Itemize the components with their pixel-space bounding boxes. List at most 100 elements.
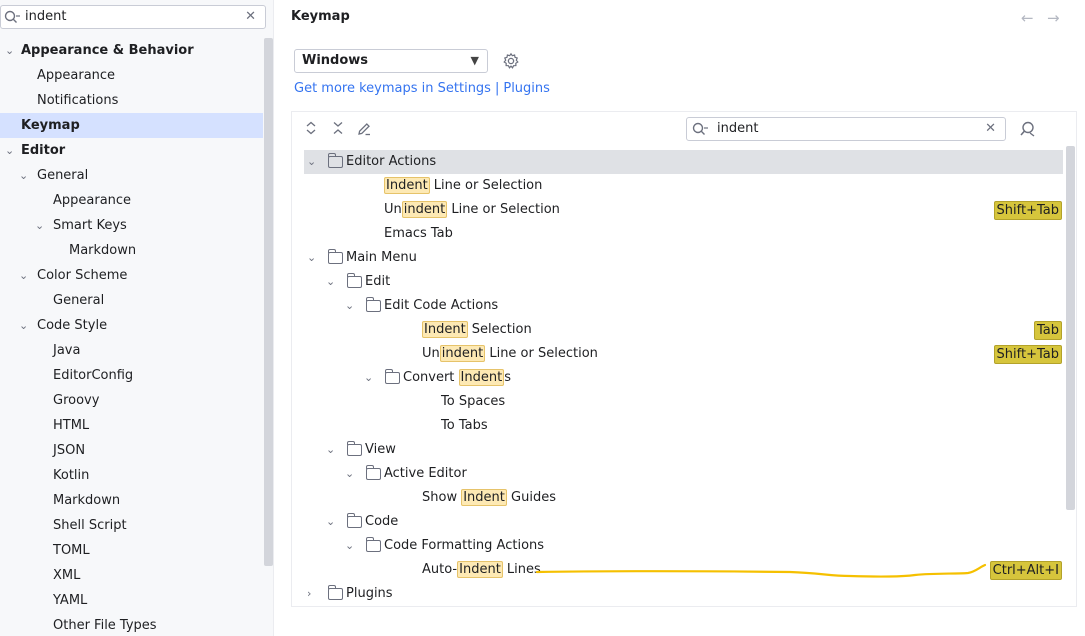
chevron-down-icon[interactable]: ⌄ [345, 294, 354, 318]
sidebar-item[interactable]: Shell Script [0, 513, 263, 538]
keymap-scrollbar[interactable] [1066, 146, 1075, 510]
sidebar-item[interactable]: HTML [0, 413, 263, 438]
keymap-folder-row[interactable]: ⌄ Convert Indent s [304, 366, 1063, 390]
chevron-down-icon[interactable]: ⌄ [326, 270, 335, 294]
chevron-down-icon[interactable]: ⌄ [307, 150, 316, 174]
chevron-right-icon[interactable]: › [307, 582, 311, 606]
sidebar-item[interactable]: ⌄ Appearance & Behavior [0, 38, 263, 63]
sidebar-scrollbar[interactable] [264, 38, 273, 566]
sidebar-item-label: Markdown [53, 493, 121, 508]
sidebar-item[interactable]: YAML [0, 588, 263, 613]
sidebar-item[interactable]: Java [0, 338, 263, 363]
keymap-action-row[interactable]: Emacs Tab [304, 222, 1063, 246]
keymap-action-row[interactable]: To Tabs [304, 414, 1063, 438]
expand-all-icon[interactable] [304, 121, 318, 139]
sidebar-item[interactable]: Markdown [0, 488, 263, 513]
keymap-action-row[interactable]: To Spaces [304, 390, 1063, 414]
shortcut-badge: Tab [1033, 321, 1062, 340]
keymap-row-label: To Spaces [441, 390, 505, 414]
search-icon [692, 122, 710, 140]
sidebar-item[interactable]: EditorConfig [0, 363, 263, 388]
folder-icon [347, 441, 362, 456]
sidebar-item[interactable]: Appearance [0, 63, 263, 88]
keymap-folder-row[interactable]: ⌄ Active Editor [304, 462, 1063, 486]
keymap-folder-row[interactable]: ⌄ Edit Code Actions [304, 294, 1063, 318]
settings-search-field[interactable]: indent ✕ [0, 5, 266, 29]
sidebar-item-label: Other File Types [53, 618, 157, 633]
chevron-down-icon[interactable]: ⌄ [5, 38, 14, 63]
search-match-highlight: Indent [458, 369, 505, 386]
keymap-action-row[interactable]: Un indent Line or Selection Shift+Tab [304, 342, 1063, 366]
sidebar-item-label: HTML [53, 418, 90, 433]
search-match-highlight: Indent [422, 321, 468, 338]
keymap-action-row[interactable]: Show Indent Guides [304, 486, 1063, 510]
clear-search-icon[interactable]: ✕ [245, 9, 256, 24]
settings-search-input[interactable]: indent [25, 9, 66, 24]
sidebar-item[interactable]: ⌄ Code Style [0, 313, 263, 338]
shortcut-badge: Shift+Tab [993, 345, 1062, 364]
keymap-filter-input[interactable]: indent [717, 121, 758, 136]
sidebar-item[interactable]: XML [0, 563, 263, 588]
collapse-all-icon[interactable] [331, 121, 345, 139]
chevron-down-icon[interactable]: ⌄ [19, 263, 28, 288]
search-match-highlight: indent [401, 201, 448, 218]
sidebar-item-label: Notifications [37, 93, 119, 108]
keymap-action-row[interactable]: Auto- Indent Lines Ctrl+Alt+I [304, 558, 1063, 582]
keymap-filter-field[interactable]: indent ✕ [686, 117, 1006, 141]
keymap-action-row[interactable]: Indent Selection Tab [304, 318, 1063, 342]
keymap-folder-row[interactable]: ⌄ Editor Actions [304, 150, 1063, 174]
sidebar-item[interactable]: JSON [0, 438, 263, 463]
plugins-link[interactable]: Plugins [503, 81, 550, 96]
keymap-folder-row[interactable]: ⌄ Code Formatting Actions [304, 534, 1063, 558]
chevron-down-icon[interactable]: ⌄ [326, 510, 335, 534]
gear-icon[interactable] [502, 52, 520, 74]
chevron-down-icon[interactable]: ⌄ [35, 213, 44, 238]
sidebar-item[interactable]: TOML [0, 538, 263, 563]
label-text: Emacs Tab [384, 226, 453, 241]
chevron-down-icon[interactable]: ⌄ [19, 313, 28, 338]
label-text: s [504, 370, 511, 385]
sidebar-item[interactable]: General [0, 288, 263, 313]
forward-arrow-icon[interactable]: → [1047, 9, 1060, 27]
keymap-row-label: Edit [365, 270, 390, 294]
sidebar-item[interactable]: Notifications [0, 88, 263, 113]
sidebar-item[interactable]: ⌄ Smart Keys [0, 213, 263, 238]
sidebar-item-label: General [37, 168, 89, 183]
keymap-dropdown[interactable]: Windows ▼ [294, 49, 488, 73]
find-by-shortcut-icon[interactable] [1019, 121, 1037, 141]
page-title: Keymap [291, 9, 350, 24]
chevron-down-icon[interactable]: ⌄ [307, 246, 316, 270]
chevron-down-icon[interactable]: ⌄ [345, 534, 354, 558]
keymap-row-label: Un indent Line or Selection [422, 342, 598, 366]
sidebar-item[interactable]: Groovy [0, 388, 263, 413]
folder-icon [328, 153, 343, 168]
chevron-down-icon[interactable]: ⌄ [345, 462, 354, 486]
sidebar-item[interactable]: ⌄ Color Scheme [0, 263, 263, 288]
back-arrow-icon[interactable]: ← [1021, 9, 1034, 27]
keymap-row-label: Auto- Indent Lines [422, 558, 541, 582]
sidebar-item[interactable]: ⌄ General [0, 163, 263, 188]
keymap-folder-row[interactable]: › Plugins [304, 582, 1063, 606]
chevron-down-icon[interactable]: ⌄ [19, 163, 28, 188]
sidebar-item[interactable]: Appearance [0, 188, 263, 213]
sidebar-item[interactable]: Kotlin [0, 463, 263, 488]
sidebar-item[interactable]: Markdown [0, 238, 263, 263]
sidebar-item[interactable]: ⌄ Editor [0, 138, 263, 163]
chevron-down-icon[interactable]: ⌄ [364, 366, 373, 390]
sidebar-item[interactable]: Other File Types [0, 613, 263, 636]
sidebar-item[interactable]: Keymap [0, 113, 263, 138]
label-text: Guides [506, 490, 556, 505]
chevron-down-icon[interactable]: ⌄ [326, 438, 335, 462]
keymap-folder-row[interactable]: ⌄ Code [304, 510, 1063, 534]
sidebar-item-label: Smart Keys [53, 218, 127, 233]
keymap-folder-row[interactable]: ⌄ Main Menu [304, 246, 1063, 270]
clear-filter-icon[interactable]: ✕ [985, 121, 996, 136]
chevron-down-icon[interactable]: ⌄ [5, 138, 14, 163]
keymap-action-row[interactable]: Indent Line or Selection [304, 174, 1063, 198]
keymap-folder-row[interactable]: ⌄ Edit [304, 270, 1063, 294]
keymap-action-row[interactable]: Un indent Line or Selection Shift+Tab [304, 198, 1063, 222]
edit-pencil-icon[interactable] [356, 121, 372, 141]
get-more-keymaps-link[interactable]: Get more keymaps in Settings [294, 81, 491, 96]
label-text: Un [422, 346, 440, 361]
keymap-folder-row[interactable]: ⌄ View [304, 438, 1063, 462]
